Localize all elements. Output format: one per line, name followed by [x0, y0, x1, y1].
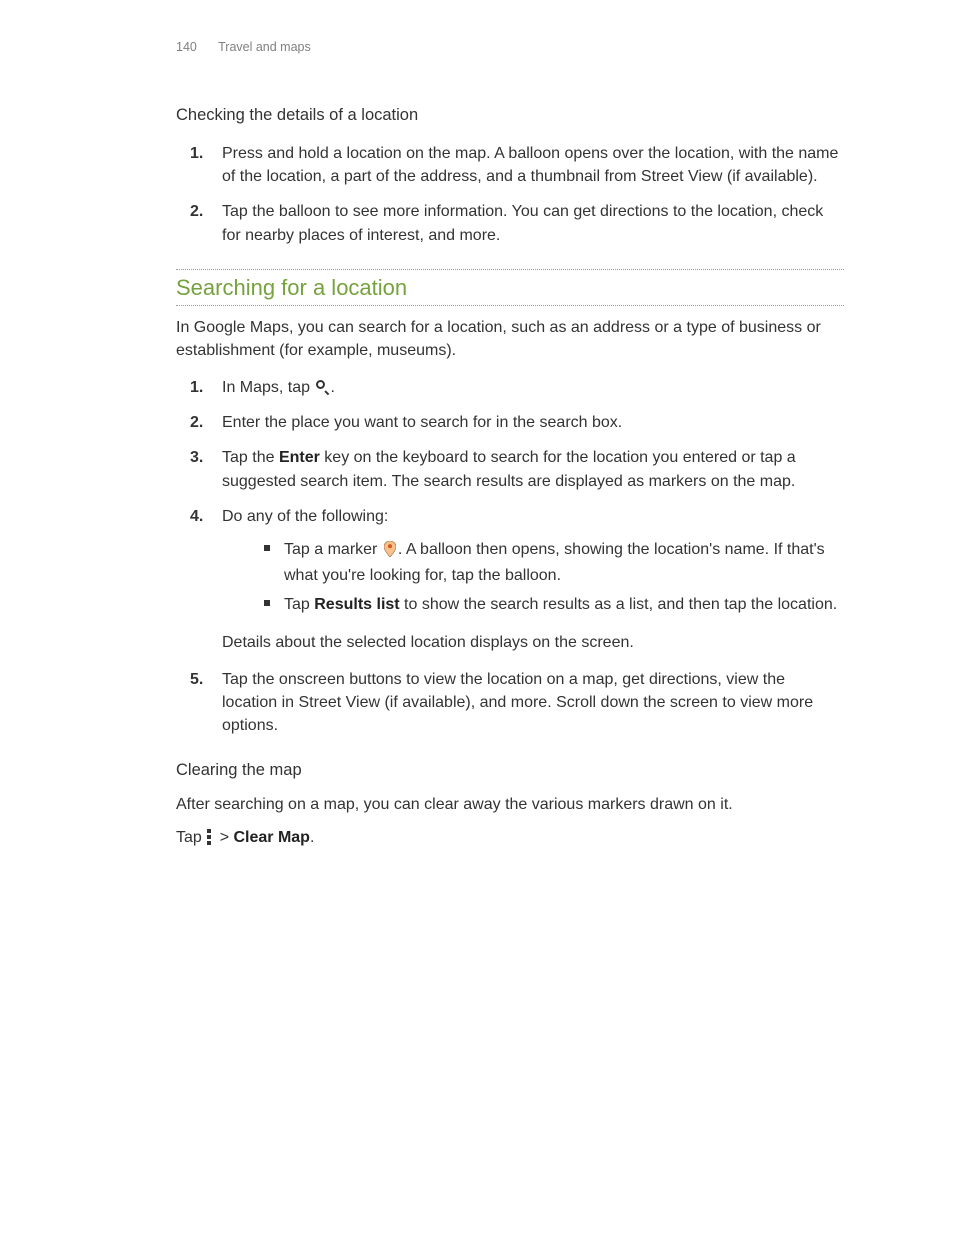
- search-intro: In Google Maps, you can search for a loc…: [176, 316, 844, 362]
- map-marker-icon: [384, 541, 396, 564]
- list-item: 3. Tap the Enter key on the keyboard to …: [190, 446, 844, 492]
- text-part: .: [310, 829, 314, 846]
- clear-instruction: Tap > Clear Map.: [176, 826, 844, 849]
- clear-map-label: Clear Map: [233, 829, 309, 846]
- list-item: 5. Tap the onscreen buttons to view the …: [190, 668, 844, 738]
- page-number: 140: [176, 40, 197, 54]
- list-item: 1. Press and hold a location on the map.…: [190, 142, 844, 188]
- enter-key-label: Enter: [279, 449, 320, 466]
- search-steps: 1. In Maps, tap . 2. Enter the place you…: [190, 376, 844, 737]
- list-item: Tap a marker . A balloon then opens, sho…: [264, 538, 844, 587]
- bullet-text-part: Tap: [284, 596, 314, 613]
- step-text: Press and hold a location on the map. A …: [222, 145, 838, 185]
- step-number: 5.: [190, 668, 203, 691]
- bullet-text-part: to show the search results as a list, an…: [400, 596, 838, 613]
- running-header: 140 Travel and maps: [176, 38, 844, 56]
- section-heading-searching: Searching for a location: [176, 272, 844, 304]
- step-number: 2.: [190, 411, 203, 434]
- step-text: Do any of the following:: [222, 508, 388, 525]
- check-details-steps: 1. Press and hold a location on the map.…: [190, 142, 844, 247]
- search-icon: [316, 380, 330, 394]
- text-part: >: [215, 829, 233, 846]
- step-number: 3.: [190, 446, 203, 469]
- step-number: 4.: [190, 505, 203, 528]
- results-list-label: Results list: [314, 596, 399, 613]
- list-item: Tap Results list to show the search resu…: [264, 593, 844, 616]
- step-text: Tap the balloon to see more information.…: [222, 203, 823, 243]
- bullet-text-part: Tap a marker: [284, 541, 382, 558]
- step-number: 1.: [190, 142, 203, 165]
- step-text: Enter the place you want to search for i…: [222, 414, 622, 431]
- divider: [176, 269, 844, 270]
- step-text: Tap the onscreen buttons to view the loc…: [222, 671, 813, 734]
- step-text-part: In Maps, tap: [222, 379, 315, 396]
- sub-bullets: Tap a marker . A balloon then opens, sho…: [264, 538, 844, 617]
- step-text-part: Tap the: [222, 449, 279, 466]
- details-note: Details about the selected location disp…: [222, 631, 844, 654]
- subheading-check-details: Checking the details of a location: [176, 104, 844, 128]
- header-section: Travel and maps: [218, 40, 311, 54]
- overflow-menu-icon: [207, 829, 212, 845]
- step-number: 1.: [190, 376, 203, 399]
- step-text-part: .: [331, 379, 335, 396]
- list-item: 2. Tap the balloon to see more informati…: [190, 200, 844, 246]
- document-page: 140 Travel and maps Checking the details…: [0, 0, 954, 850]
- text-part: Tap: [176, 829, 206, 846]
- list-item: 4. Do any of the following: Tap a marker…: [190, 505, 844, 654]
- list-item: 2. Enter the place you want to search fo…: [190, 411, 844, 434]
- list-item: 1. In Maps, tap .: [190, 376, 844, 399]
- divider: [176, 305, 844, 306]
- subheading-clearing-map: Clearing the map: [176, 759, 844, 783]
- clear-intro: After searching on a map, you can clear …: [176, 793, 844, 816]
- step-number: 2.: [190, 200, 203, 223]
